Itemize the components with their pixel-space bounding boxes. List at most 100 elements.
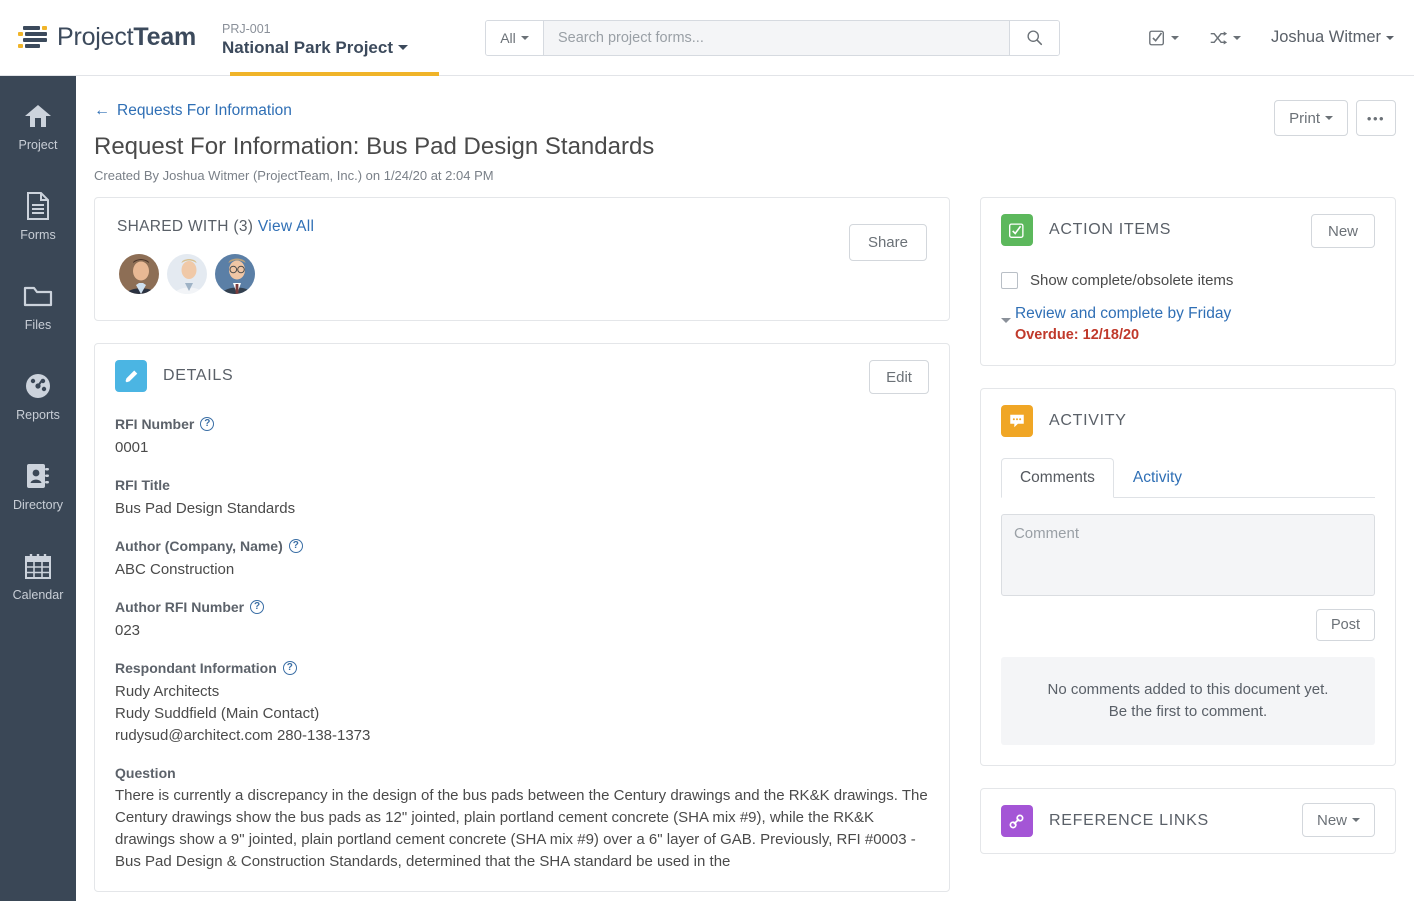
app-logo[interactable]: ProjectTeam	[18, 23, 198, 52]
sidebar-item-forms[interactable]: Forms	[0, 188, 76, 278]
field-value: Rudy Architects Rudy Suddfield (Main Con…	[115, 683, 371, 744]
sidebar-item-directory[interactable]: Directory	[0, 458, 76, 548]
shared-with-card: SHARED WITH (3) View All Share	[94, 197, 950, 321]
field-author-company-name: Author (Company, Name) ? ABC Constructio…	[115, 538, 929, 581]
action-items-body: Show complete/obsolete items Review and …	[981, 256, 1395, 365]
calendar-icon	[24, 548, 52, 584]
help-icon[interactable]: ?	[282, 661, 297, 675]
action-item-content: Review and complete by Friday Overdue: 1…	[1015, 303, 1231, 343]
tab-activity[interactable]: Activity	[1114, 458, 1201, 498]
user-menu-button[interactable]: Joshua Witmer	[1271, 28, 1394, 47]
project-name-text: National Park Project	[222, 37, 394, 57]
project-selector[interactable]: PRJ-001 National Park Project	[222, 0, 447, 76]
page-actions: Print •••	[1274, 100, 1396, 136]
help-icon[interactable]: ?	[288, 539, 303, 553]
sidebar-label: Reports	[16, 408, 60, 422]
search-scope-dropdown[interactable]: All	[486, 20, 544, 55]
comment-input[interactable]	[1000, 514, 1375, 596]
help-icon[interactable]: ?	[200, 417, 215, 431]
switch-menu-button[interactable]	[1209, 29, 1241, 47]
checkbox-check-icon	[1000, 214, 1033, 246]
field-rfi-title: RFI Title Bus Pad Design Standards	[115, 477, 929, 520]
header-right-actions: Joshua Witmer	[1118, 28, 1414, 47]
gauge-icon	[24, 368, 52, 404]
sidebar-item-calendar[interactable]: Calendar	[0, 548, 76, 638]
sidebar-label: Directory	[12, 498, 63, 512]
field-label: Respondant Information ?	[115, 660, 929, 676]
chevron-down-icon[interactable]	[398, 45, 409, 50]
post-comment-button[interactable]: Post	[1315, 609, 1375, 641]
post-row: Post	[1001, 609, 1375, 641]
search-submit-button[interactable]	[1009, 20, 1059, 55]
projectteam-logo-icon	[18, 25, 48, 51]
details-card-header: DETAILS Edit	[95, 344, 949, 402]
activity-body: Comments Activity Post No comments added…	[981, 447, 1395, 765]
field-value: ABC Construction	[115, 561, 235, 578]
details-title: DETAILS	[163, 367, 234, 384]
sidebar-label: Files	[24, 318, 52, 332]
address-book-icon	[25, 458, 51, 494]
activity-tabs: Comments Activity	[1000, 457, 1375, 498]
logo-text-light: Project	[57, 23, 134, 51]
primary-column: SHARED WITH (3) View All Share DETAILS E…	[94, 197, 950, 901]
action-items-title: ACTION ITEMS	[1048, 221, 1172, 238]
project-code: PRJ-001	[222, 21, 271, 36]
new-reference-link-button[interactable]: New	[1301, 803, 1375, 837]
field-author-rfi-number: Author RFI Number ? 023	[115, 599, 929, 642]
activity-card: ACTIVITY Comments Activity Post No comme…	[979, 388, 1396, 766]
chevron-down-icon	[1170, 35, 1179, 40]
arrow-left-icon: ←	[94, 102, 110, 119]
link-chain-icon	[1000, 805, 1033, 837]
home-icon	[24, 98, 52, 134]
details-card: DETAILS Edit RFI Number ? 0001 RFI Title…	[94, 343, 950, 892]
search-icon	[1027, 30, 1043, 46]
search-input[interactable]	[544, 20, 1009, 55]
tasks-menu-button[interactable]	[1148, 29, 1179, 47]
pencil-icon	[115, 360, 147, 392]
shared-with-label: SHARED WITH (3)	[117, 218, 254, 235]
action-item-status: Overdue: 12/18/20	[1014, 327, 1140, 343]
show-complete-checkbox[interactable]	[1000, 272, 1018, 289]
field-label-text: Author (Company, Name)	[115, 538, 283, 554]
project-name: National Park Project	[222, 37, 447, 59]
active-tab-underline	[230, 71, 439, 76]
reference-links-title: REFERENCE LINKS	[1048, 812, 1209, 829]
global-search: All	[485, 19, 1060, 56]
avatar[interactable]	[117, 252, 161, 296]
action-item-title[interactable]: Review and complete by Friday	[1015, 303, 1231, 325]
chevron-down-icon	[1352, 818, 1360, 822]
avatar[interactable]	[213, 252, 257, 296]
question-text: There is currently a discrepancy in the …	[115, 787, 928, 870]
main-content-area: ← Requests For Information Request For I…	[76, 76, 1414, 901]
action-items-card: ACTION ITEMS New Show complete/obsolete …	[979, 197, 1396, 366]
reference-links-header: REFERENCE LINKS New	[981, 789, 1395, 853]
page-title: Request For Information: Bus Pad Design …	[94, 133, 655, 160]
field-respondant-information: Respondant Information ? Rudy Architects…	[115, 660, 929, 747]
sidebar-item-files[interactable]: Files	[0, 278, 76, 368]
more-options-button[interactable]: •••	[1356, 100, 1396, 136]
field-label-text: Author RFI Number	[115, 599, 245, 615]
chevron-down-icon	[1232, 35, 1241, 40]
sidebar-item-reports[interactable]: Reports	[0, 368, 76, 458]
field-label: RFI Number ?	[115, 416, 929, 432]
avatar[interactable]	[165, 252, 209, 296]
tab-comments[interactable]: Comments	[1000, 458, 1114, 498]
new-action-item-button[interactable]: New	[1310, 214, 1375, 248]
field-label: Author RFI Number ?	[115, 599, 929, 615]
sidebar-item-project[interactable]: Project	[0, 98, 76, 188]
field-label: Author (Company, Name) ?	[115, 538, 929, 554]
edit-button[interactable]: Edit	[869, 360, 929, 394]
folder-icon	[23, 278, 53, 314]
view-all-link[interactable]: View All	[258, 218, 314, 235]
share-button[interactable]: Share	[848, 224, 927, 261]
print-button[interactable]: Print	[1274, 100, 1348, 136]
help-icon[interactable]: ?	[250, 600, 265, 614]
chevron-down-icon	[1325, 116, 1333, 120]
chevron-down-icon	[1386, 35, 1394, 40]
print-label: Print	[1289, 109, 1320, 127]
expand-toggle-icon[interactable]	[1000, 303, 1015, 343]
field-label-text: RFI Title	[115, 477, 170, 493]
breadcrumb-back-link[interactable]: ← Requests For Information	[94, 102, 292, 120]
show-complete-label: Show complete/obsolete items	[1029, 272, 1234, 289]
field-question: Question There is currently a discrepanc…	[115, 765, 929, 873]
